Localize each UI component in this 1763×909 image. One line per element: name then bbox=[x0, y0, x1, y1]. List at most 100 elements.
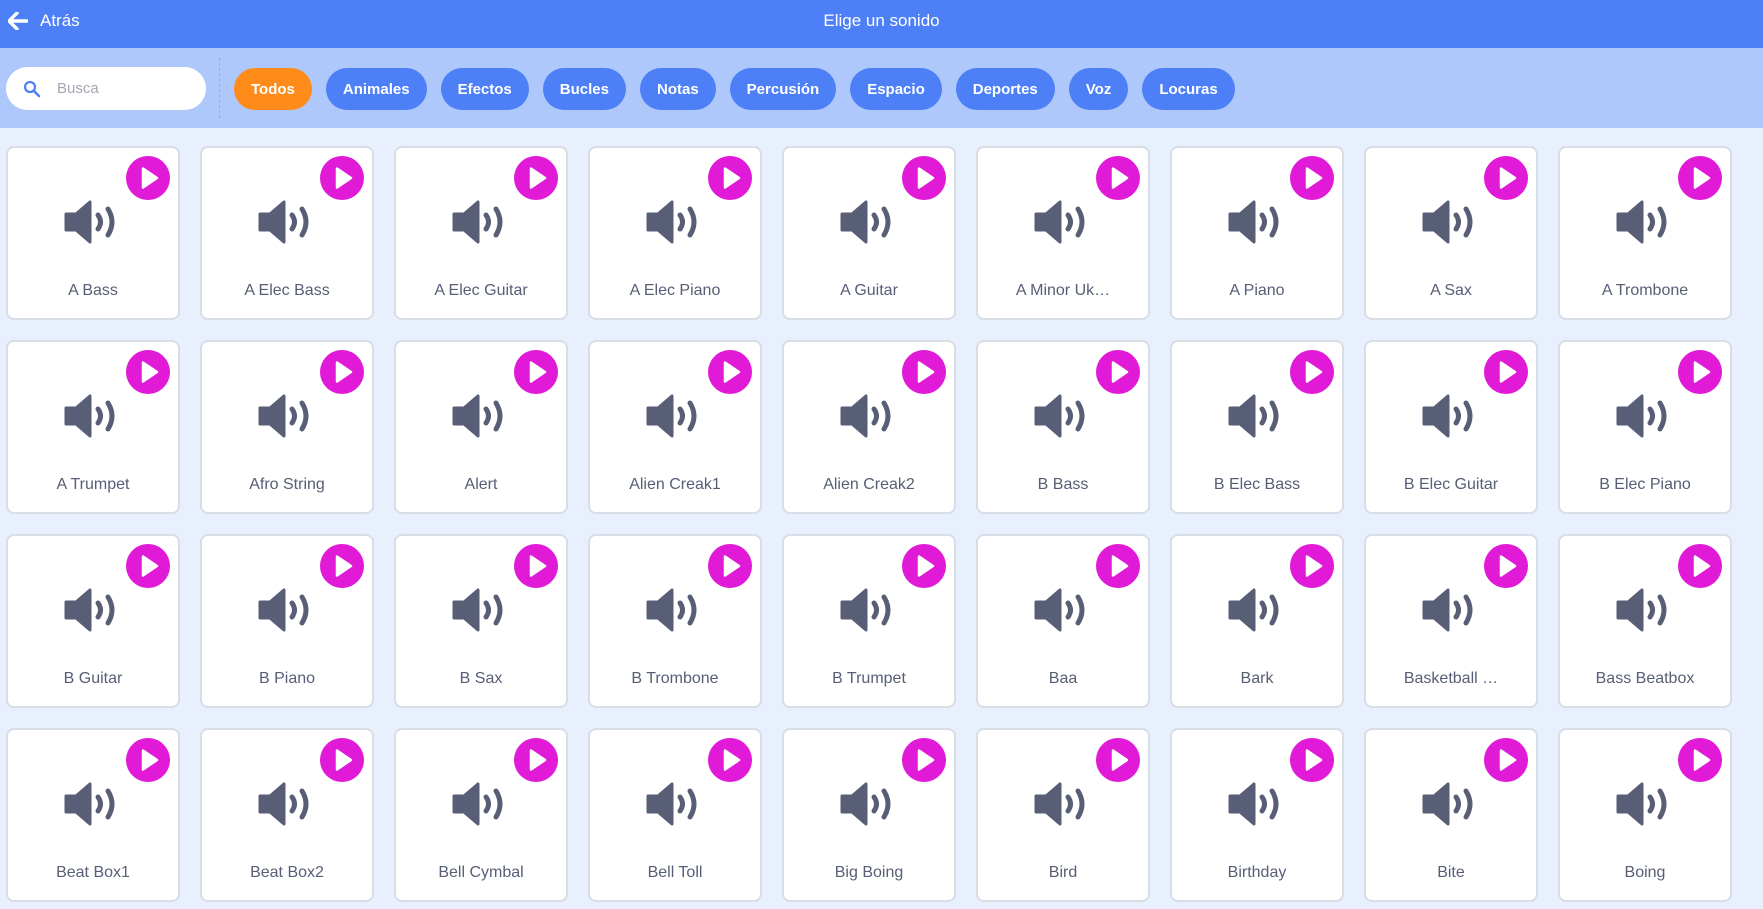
sound-card[interactable]: Afro String bbox=[200, 340, 374, 514]
play-button[interactable] bbox=[1096, 738, 1140, 782]
play-icon bbox=[1484, 738, 1528, 782]
sound-card[interactable]: Bell Toll bbox=[588, 728, 762, 902]
play-button[interactable] bbox=[1096, 156, 1140, 200]
play-button[interactable] bbox=[708, 738, 752, 782]
play-button[interactable] bbox=[320, 738, 364, 782]
search-input[interactable] bbox=[55, 79, 179, 98]
sound-card[interactable]: Bass Beatbox bbox=[1558, 534, 1732, 708]
tag-bucles[interactable]: Bucles bbox=[542, 68, 626, 110]
speaker-icon bbox=[452, 588, 514, 632]
sound-card[interactable]: Birthday bbox=[1170, 728, 1344, 902]
sound-card[interactable]: Beat Box1 bbox=[6, 728, 180, 902]
sound-card[interactable]: Basketball … bbox=[1364, 534, 1538, 708]
play-button[interactable] bbox=[126, 156, 170, 200]
tag-notas[interactable]: Notas bbox=[639, 68, 716, 110]
sound-name: B Elec Guitar bbox=[1403, 476, 1499, 493]
sound-card[interactable]: A Guitar bbox=[782, 146, 956, 320]
sound-card[interactable]: Bird bbox=[976, 728, 1150, 902]
play-button[interactable] bbox=[708, 350, 752, 394]
play-button[interactable] bbox=[1096, 350, 1140, 394]
play-button[interactable] bbox=[514, 738, 558, 782]
play-button[interactable] bbox=[126, 738, 170, 782]
play-button[interactable] bbox=[126, 544, 170, 588]
sound-card[interactable]: B Elec Piano bbox=[1558, 340, 1732, 514]
play-icon bbox=[1290, 350, 1334, 394]
sound-card[interactable]: A Elec Piano bbox=[588, 146, 762, 320]
search-box[interactable] bbox=[6, 67, 206, 110]
sound-card[interactable]: Baa bbox=[976, 534, 1150, 708]
header-bar: Atrás Elige un sonido bbox=[0, 0, 1763, 48]
play-button[interactable] bbox=[1484, 544, 1528, 588]
tag-todos[interactable]: Todos bbox=[234, 68, 312, 110]
sound-card[interactable]: Alien Creak2 bbox=[782, 340, 956, 514]
speaker-icon bbox=[258, 394, 320, 438]
sound-card[interactable]: Bell Cymbal bbox=[394, 728, 568, 902]
play-icon bbox=[514, 544, 558, 588]
tag-efectos[interactable]: Efectos bbox=[440, 68, 529, 110]
sound-name: A Trombone bbox=[1601, 282, 1689, 299]
play-button[interactable] bbox=[1484, 738, 1528, 782]
play-button[interactable] bbox=[902, 350, 946, 394]
play-button[interactable] bbox=[514, 544, 558, 588]
tag-voz[interactable]: Voz bbox=[1068, 68, 1129, 110]
play-button[interactable] bbox=[1290, 738, 1334, 782]
play-icon bbox=[1484, 156, 1528, 200]
play-button[interactable] bbox=[1290, 350, 1334, 394]
tag-deportes[interactable]: Deportes bbox=[955, 68, 1055, 110]
sound-card[interactable]: B Sax bbox=[394, 534, 568, 708]
play-button[interactable] bbox=[1096, 544, 1140, 588]
sound-card[interactable]: B Guitar bbox=[6, 534, 180, 708]
sound-card[interactable]: Alien Creak1 bbox=[588, 340, 762, 514]
sound-card[interactable]: B Trombone bbox=[588, 534, 762, 708]
play-button[interactable] bbox=[902, 156, 946, 200]
speaker-icon bbox=[1422, 394, 1484, 438]
play-button[interactable] bbox=[708, 544, 752, 588]
sound-name: A Minor Uk… bbox=[1015, 282, 1111, 299]
sound-card[interactable]: Boing bbox=[1558, 728, 1732, 902]
tag-percusion[interactable]: Percusión bbox=[729, 68, 837, 110]
play-button[interactable] bbox=[320, 544, 364, 588]
sound-card[interactable]: A Piano bbox=[1170, 146, 1344, 320]
speaker-icon bbox=[258, 588, 320, 632]
sound-card[interactable]: Beat Box2 bbox=[200, 728, 374, 902]
sound-card[interactable]: Alert bbox=[394, 340, 568, 514]
sound-card[interactable]: A Minor Uk… bbox=[976, 146, 1150, 320]
play-button[interactable] bbox=[902, 738, 946, 782]
speaker-icon bbox=[646, 394, 708, 438]
play-button[interactable] bbox=[902, 544, 946, 588]
sound-name: Alien Creak2 bbox=[823, 476, 915, 493]
tag-locuras[interactable]: Locuras bbox=[1142, 68, 1235, 110]
sound-card[interactable]: A Sax bbox=[1364, 146, 1538, 320]
speaker-icon bbox=[646, 200, 708, 244]
tag-animales[interactable]: Animales bbox=[325, 68, 427, 110]
sound-card[interactable]: B Elec Guitar bbox=[1364, 340, 1538, 514]
play-button[interactable] bbox=[1678, 738, 1722, 782]
play-button[interactable] bbox=[708, 156, 752, 200]
tag-espacio[interactable]: Espacio bbox=[850, 68, 942, 110]
sound-card[interactable]: A Trumpet bbox=[6, 340, 180, 514]
play-button[interactable] bbox=[1484, 350, 1528, 394]
play-button[interactable] bbox=[1678, 544, 1722, 588]
play-button[interactable] bbox=[1290, 544, 1334, 588]
sound-card[interactable]: B Piano bbox=[200, 534, 374, 708]
play-button[interactable] bbox=[1290, 156, 1334, 200]
play-button[interactable] bbox=[320, 156, 364, 200]
sound-card[interactable]: Bite bbox=[1364, 728, 1538, 902]
play-button[interactable] bbox=[320, 350, 364, 394]
play-icon bbox=[514, 350, 558, 394]
sound-card[interactable]: A Bass bbox=[6, 146, 180, 320]
sound-card[interactable]: Bark bbox=[1170, 534, 1344, 708]
play-button[interactable] bbox=[126, 350, 170, 394]
play-button[interactable] bbox=[1678, 156, 1722, 200]
play-button[interactable] bbox=[514, 350, 558, 394]
sound-card[interactable]: B Elec Bass bbox=[1170, 340, 1344, 514]
play-button[interactable] bbox=[1678, 350, 1722, 394]
sound-card[interactable]: Big Boing bbox=[782, 728, 956, 902]
sound-card[interactable]: A Elec Guitar bbox=[394, 146, 568, 320]
sound-card[interactable]: A Elec Bass bbox=[200, 146, 374, 320]
sound-card[interactable]: B Trumpet bbox=[782, 534, 956, 708]
sound-card[interactable]: A Trombone bbox=[1558, 146, 1732, 320]
play-button[interactable] bbox=[1484, 156, 1528, 200]
play-button[interactable] bbox=[514, 156, 558, 200]
sound-card[interactable]: B Bass bbox=[976, 340, 1150, 514]
